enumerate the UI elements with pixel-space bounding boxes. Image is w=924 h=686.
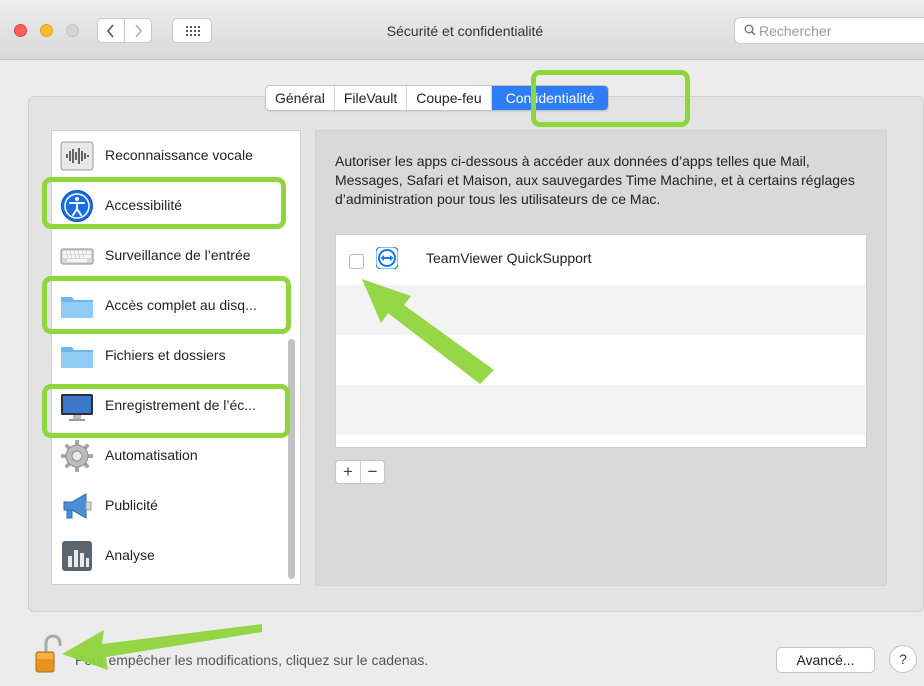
privacy-category-list: Reconnaissance vocale Accessibilité Surv…: [51, 130, 301, 585]
list-item: [336, 335, 866, 385]
sidebar-item-label: Surveillance de l’entrée: [105, 247, 251, 263]
chevron-right-icon: [135, 24, 143, 38]
close-window-button[interactable]: [14, 24, 27, 37]
search-input[interactable]: [759, 21, 919, 41]
tab-privacy[interactable]: Confidentialité: [491, 86, 609, 110]
sidebar-scrollbar[interactable]: [288, 339, 295, 579]
sidebar-item-full-disk-access[interactable]: Accès complet au disq...: [52, 281, 287, 331]
app-allow-checkbox[interactable]: [349, 254, 364, 269]
sidebar-item-label: Fichiers et dossiers: [105, 347, 226, 363]
list-item: [336, 285, 866, 335]
gear-icon: [61, 440, 93, 472]
forward-button[interactable]: [124, 18, 152, 43]
keyboard-icon: [60, 248, 94, 265]
chevron-left-icon: [106, 24, 114, 38]
remove-app-button[interactable]: −: [360, 461, 384, 483]
bar-chart-icon: [62, 541, 92, 571]
list-item: [336, 385, 866, 435]
sidebar-item-label: Accès complet au disq...: [105, 297, 257, 313]
sidebar-item-input-monitoring[interactable]: Surveillance de l’entrée: [52, 231, 287, 281]
sidebar-item-label: Publicité: [105, 497, 158, 513]
sidebar-item-label: Automatisation: [105, 447, 198, 463]
tab-filevault[interactable]: FileVault: [335, 86, 408, 110]
add-app-button[interactable]: +: [336, 461, 360, 483]
sidebar-item-screen-recording[interactable]: Enregistrement de l’éc...: [52, 381, 287, 431]
teamviewer-icon: [376, 247, 398, 269]
search-icon: [744, 24, 756, 36]
list-item: [336, 435, 866, 447]
grid-icon: [186, 26, 200, 36]
sidebar-item-analytics[interactable]: Analyse: [52, 531, 287, 581]
back-button[interactable]: [97, 18, 125, 43]
app-name: TeamViewer QuickSupport: [426, 250, 592, 266]
advanced-button[interactable]: Avancé...: [776, 647, 875, 673]
sidebar-item-files-and-folders[interactable]: Fichiers et dossiers: [52, 331, 287, 381]
sidebar-item-label: Enregistrement de l’éc...: [105, 397, 256, 413]
lock-instruction: Pour empêcher les modifications, cliquez…: [75, 652, 429, 668]
sidebar-item-accessibility[interactable]: Accessibilité: [52, 181, 287, 231]
display-icon: [61, 394, 93, 421]
privacy-description: Autoriser les apps ci-dessous à accéder …: [335, 153, 855, 207]
sidebar-item-speech-recognition[interactable]: Reconnaissance vocale: [52, 131, 287, 181]
list-item[interactable]: TeamViewer QuickSupport: [336, 235, 866, 285]
help-button[interactable]: ?: [889, 645, 917, 673]
sidebar-item-label: Accessibilité: [105, 197, 183, 213]
sidebar-item-automation[interactable]: Automatisation: [52, 431, 287, 481]
search-field[interactable]: [734, 17, 924, 44]
show-all-button[interactable]: [172, 18, 212, 43]
tab-firewall[interactable]: Coupe-feu: [407, 86, 492, 110]
unlocked-padlock-icon[interactable]: [35, 634, 65, 674]
tab-general[interactable]: Général: [266, 86, 335, 110]
megaphone-icon: [63, 493, 92, 519]
waveform-icon: [60, 141, 94, 171]
add-remove-controls: + −: [335, 460, 385, 484]
app-list: TeamViewer QuickSupport: [335, 234, 867, 448]
folder-icon: [61, 297, 93, 318]
folder-icon: [61, 347, 93, 368]
sidebar-item-label: Reconnaissance vocale: [105, 147, 253, 163]
minimize-window-button[interactable]: [40, 24, 53, 37]
sidebar-item-advertising[interactable]: Publicité: [52, 481, 287, 531]
window-title: Sécurité et confidentialité: [386, 23, 544, 39]
sidebar-item-label: Analyse: [105, 547, 155, 563]
zoom-window-button[interactable]: [66, 24, 79, 37]
accessibility-icon: [61, 190, 93, 222]
title-bar: Sécurité et confidentialité: [0, 0, 924, 60]
tab-bar: Général FileVault Coupe-feu Confidential…: [265, 85, 610, 111]
